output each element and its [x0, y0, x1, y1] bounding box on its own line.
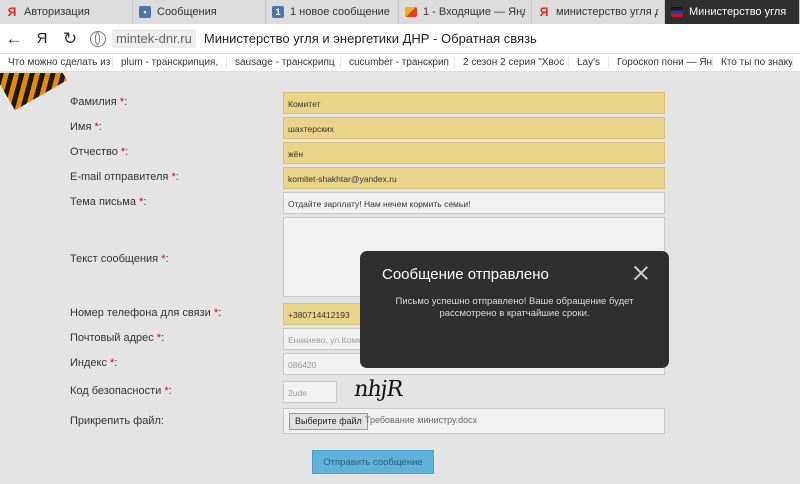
form-row-captcha: Код безопасности *: 2ude nhjR: [0, 377, 800, 403]
tab-inbox[interactable]: 1 - Входящие — Яндекс: [399, 0, 532, 24]
messages-icon: ▪: [139, 6, 151, 18]
url-domain: mintek-dnr.ru: [112, 29, 196, 48]
file-upload-box: Выберите файл Требование министру.docx: [283, 408, 665, 434]
yandex-icon: Я: [539, 5, 549, 19]
tab-search[interactable]: Я министерство угля днр: [532, 0, 665, 24]
field-label: Отчество *:: [70, 146, 129, 158]
field-label: Фамилия *:: [70, 96, 128, 108]
yandex-mail-icon: [405, 7, 417, 17]
url-page-title: Министерство угля и энергетики ДНР - Обр…: [203, 31, 537, 46]
dialog-message: Письмо успешно отправлено! Ваше обращени…: [395, 296, 634, 319]
tab-title: 1 - Входящие — Яндекс: [423, 6, 525, 18]
patronymic-field[interactable]: жён: [283, 142, 665, 164]
success-dialog: Сообщение отправлено Письмо успешно отпр…: [360, 251, 669, 368]
tab-authorization[interactable]: Я Авторизация: [0, 0, 133, 24]
close-icon[interactable]: [632, 264, 650, 282]
field-label: Тема письма *:: [70, 196, 147, 208]
field-label: Номер телефона для связи *:: [70, 307, 222, 319]
bookmark-item[interactable]: Гороскоп пони — Янд: [609, 57, 713, 68]
form-row-message: Текст сообщения *:: [0, 217, 800, 297]
dnr-flag-icon: [671, 7, 683, 17]
tab-strip: Я Авторизация ▪ Сообщения 1 1 новое сооб…: [0, 0, 800, 24]
captcha-field[interactable]: 2ude: [283, 381, 337, 403]
bookmark-item[interactable]: 2 сезон 2 серия "Хвос: [455, 57, 569, 68]
form-row-subject: Тема письма *: Отдайте зарплату! Нам неч…: [0, 192, 800, 214]
choose-file-button[interactable]: Выберите файл: [289, 413, 368, 430]
tab-title: Авторизация: [24, 6, 90, 18]
field-label: Почтовый адрес *:: [70, 332, 165, 344]
subject-field[interactable]: Отдайте зарплату! Нам нечем кормить семь…: [283, 192, 665, 214]
field-label: Имя *:: [70, 121, 102, 133]
form-row-email: E-mail отправителя *: komitet-shakhtar@y…: [0, 167, 800, 189]
tab-new-message[interactable]: 1 1 новое сообщение: [266, 0, 399, 24]
file-name: Требование министру.docx: [365, 415, 478, 425]
url-box[interactable]: mintek-dnr.ru Министерство угля и энерге…: [90, 28, 537, 50]
dialog-title: Сообщение отправлено: [382, 266, 549, 283]
address-bar: ← Я ↻ mintek-dnr.ru Министерство угля и …: [0, 24, 800, 54]
bookmark-item[interactable]: sausage - транскрипц: [227, 57, 341, 68]
yandex-home-icon[interactable]: Я: [28, 25, 56, 53]
field-label: Текст сообщения *:: [70, 253, 169, 265]
vk-badge-icon: 1: [272, 6, 284, 18]
form-row-file: Прикрепить файл: Выберите файл Требовани…: [0, 408, 800, 434]
field-label: Код безопасности *:: [70, 385, 172, 397]
tab-title: 1 новое сообщение: [290, 6, 390, 18]
field-label: Прикрепить файл:: [70, 415, 164, 427]
bookmark-item[interactable]: cucumber - транскрип: [341, 57, 455, 68]
field-label: Индекс *:: [70, 357, 118, 369]
yandex-icon: Я: [7, 5, 17, 19]
tab-title: министерство угля днр: [556, 6, 658, 18]
tab-title: Сообщения: [157, 6, 217, 18]
name-field[interactable]: шахтерских: [283, 117, 665, 139]
reload-icon[interactable]: ↻: [56, 25, 84, 53]
email-field[interactable]: komitet-shakhtar@yandex.ru: [283, 167, 665, 189]
form-row-surname: Фамилия *: Комитет: [0, 92, 800, 114]
tab-ministry-active[interactable]: Министерство угля: [665, 0, 800, 24]
bookmark-item[interactable]: Что можно сделать из: [0, 57, 113, 68]
captcha-image: nhjR: [352, 377, 404, 402]
surname-field[interactable]: Комитет: [283, 92, 665, 114]
tab-messages[interactable]: ▪ Сообщения: [133, 0, 266, 24]
bookmark-item[interactable]: Кто ты по знаку з: [713, 57, 793, 68]
bookmark-item[interactable]: Lay's: [569, 57, 609, 68]
bookmark-item[interactable]: plum - транскрипция,: [113, 57, 227, 68]
tab-title: Министерство угля: [689, 6, 787, 18]
form-row-patronymic: Отчество *: жён: [0, 142, 800, 164]
bookmarks-bar: Что можно сделать из plum - транскрипция…: [0, 54, 800, 72]
back-arrow-icon[interactable]: ←: [0, 25, 28, 53]
submit-button[interactable]: Отправить сообщение: [312, 450, 434, 474]
globe-icon: [90, 30, 106, 47]
form-row-name: Имя *: шахтерских: [0, 117, 800, 139]
field-label: E-mail отправителя *:: [70, 171, 179, 183]
